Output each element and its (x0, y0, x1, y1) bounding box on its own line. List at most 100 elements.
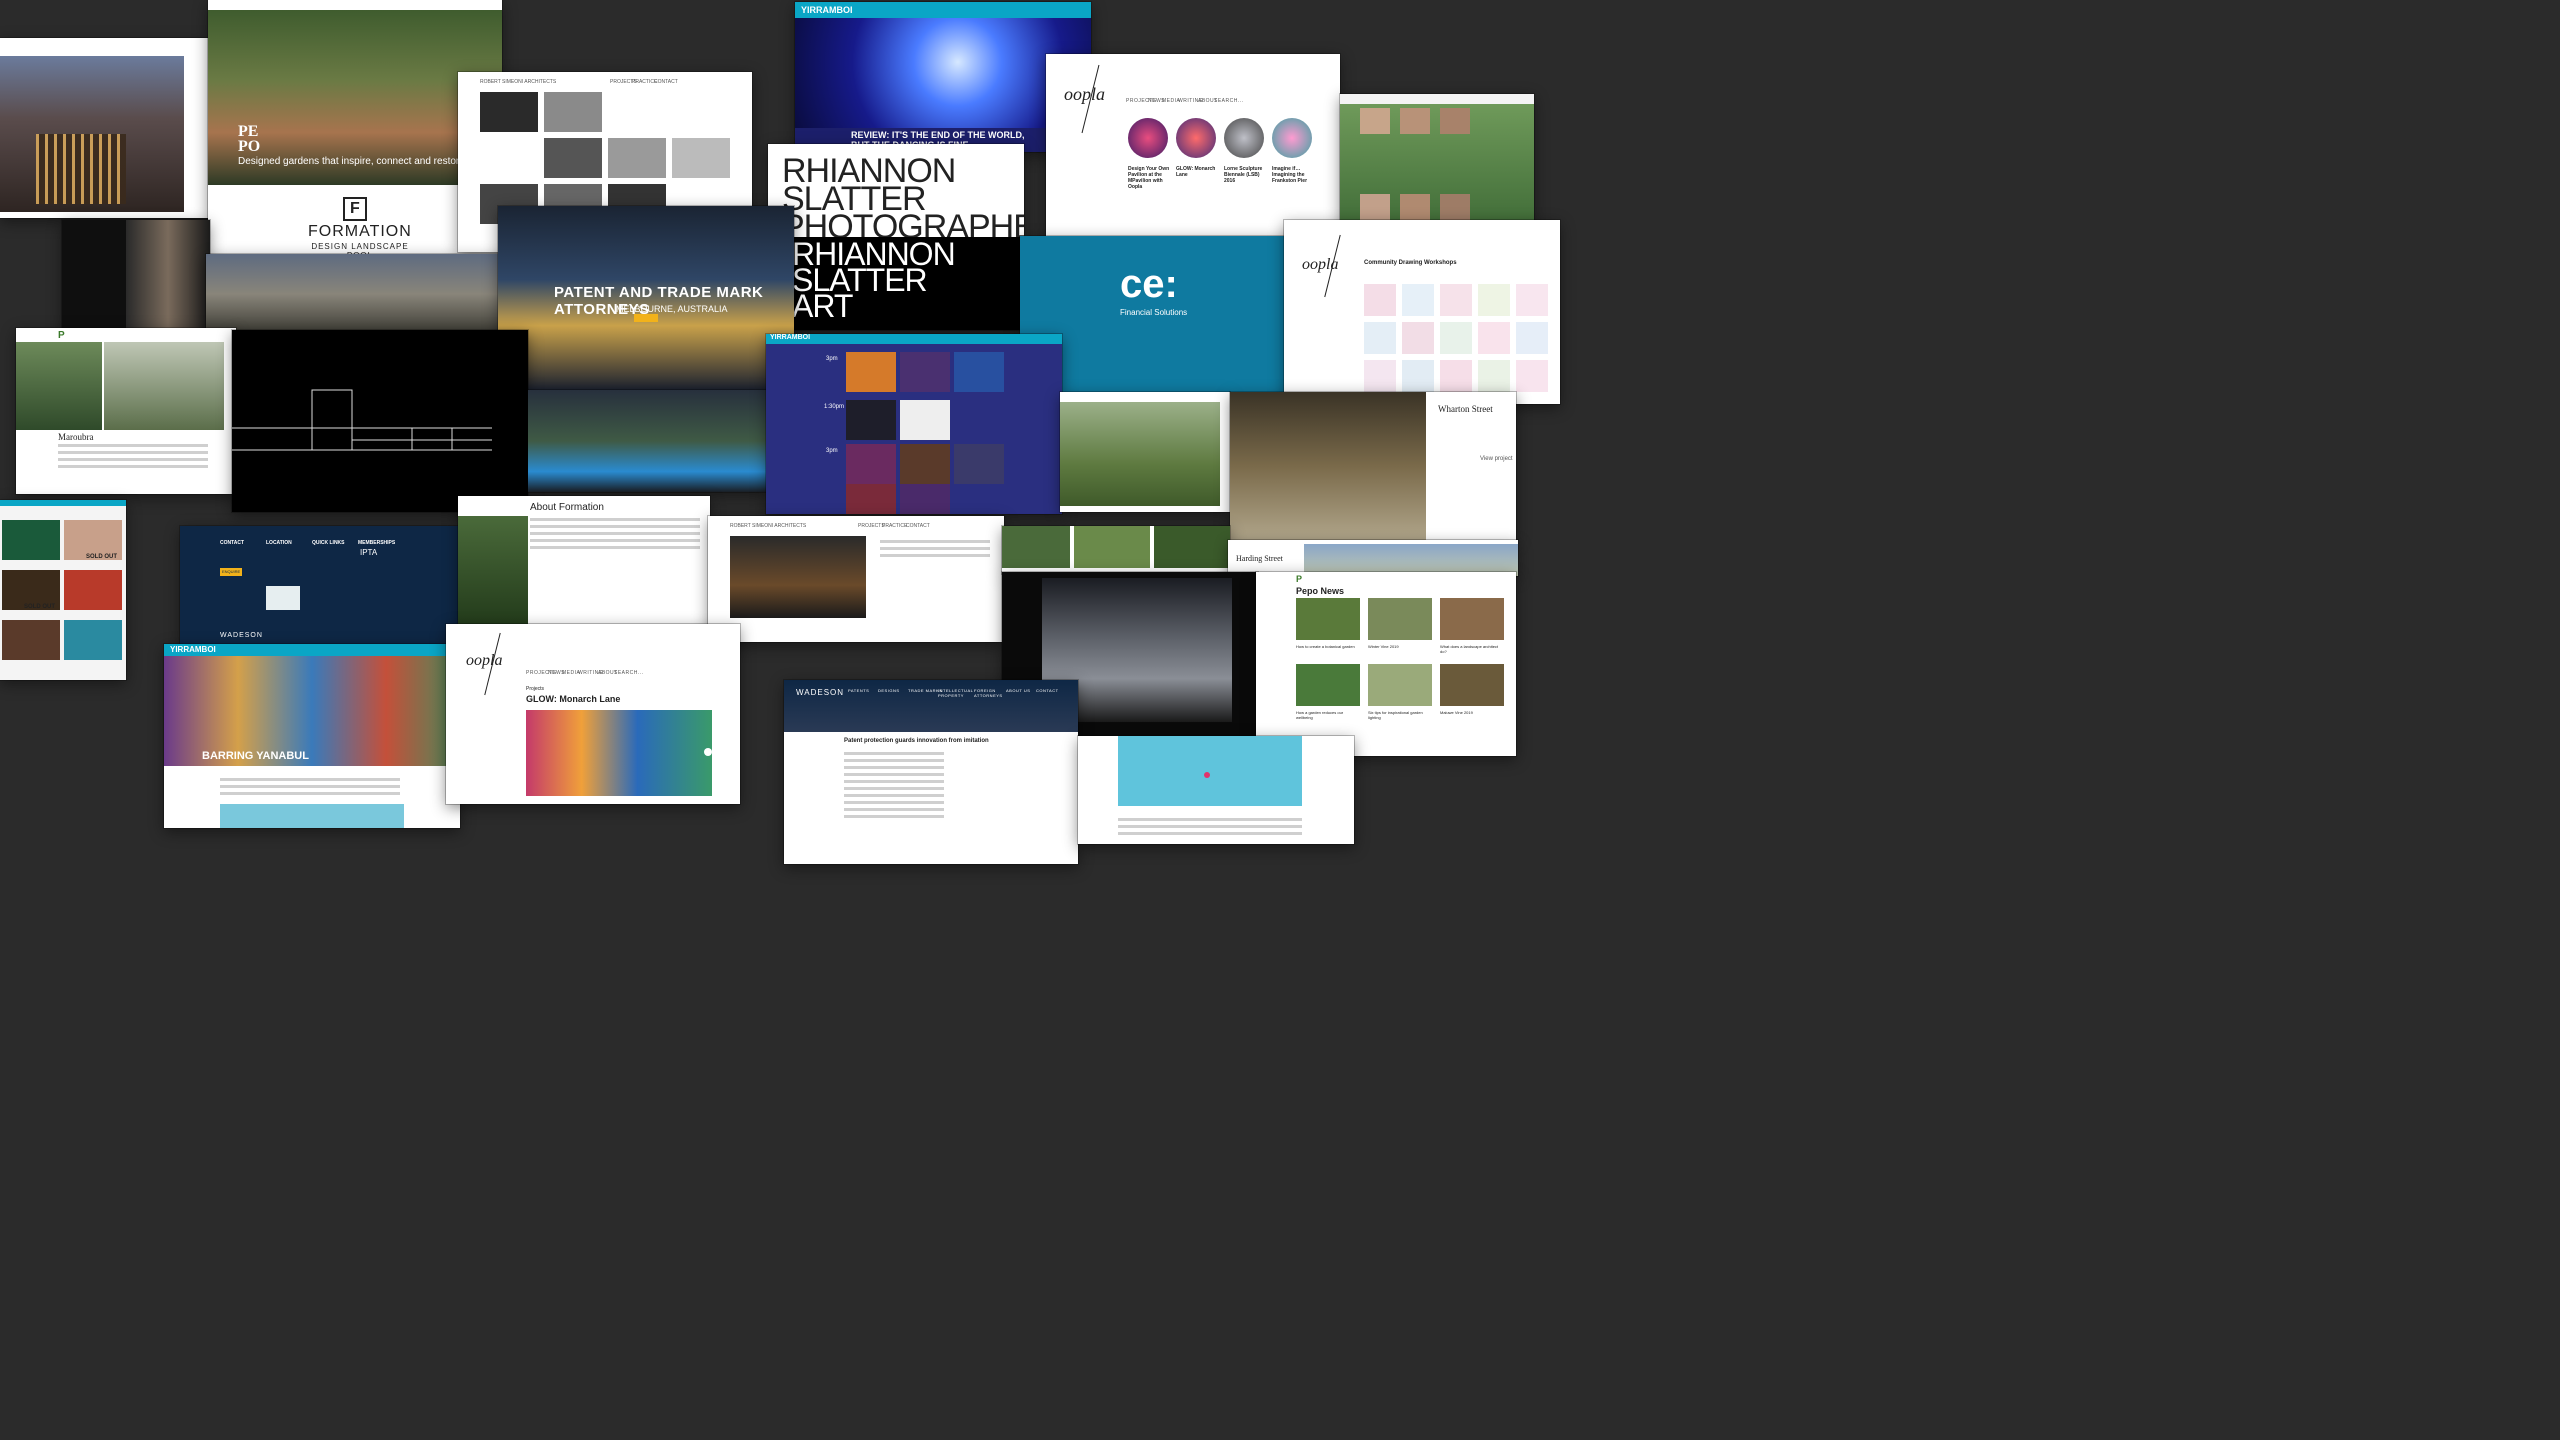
event-thumb[interactable] (900, 400, 950, 440)
simeoni-bottom-nav-practice[interactable]: PRACTICE (882, 522, 907, 531)
event-thumb[interactable] (2, 620, 60, 660)
team-member-photo[interactable] (1440, 194, 1470, 220)
drawing-thumb[interactable] (1364, 322, 1396, 354)
location-map[interactable] (266, 586, 300, 610)
card-black-drawing (232, 330, 528, 512)
oopla-post-image[interactable] (1224, 118, 1264, 158)
event-thumb[interactable] (64, 620, 122, 660)
drawing-thumb[interactable] (1516, 360, 1548, 392)
event-thumb[interactable] (900, 352, 950, 392)
news-post-title[interactable]: How to create a botanical garden (1296, 644, 1360, 649)
footer-col-memberships: MEMBERSHIPS (358, 540, 396, 546)
news-post-title[interactable]: Six tips for inspirational garden lighti… (1368, 710, 1432, 720)
team-member-photo[interactable] (1400, 194, 1430, 220)
team-member-photo[interactable] (1360, 108, 1390, 134)
news-thumb[interactable] (1368, 664, 1432, 706)
event-thumb[interactable] (2, 520, 60, 560)
garden-thumb[interactable] (1002, 526, 1070, 568)
card-oopla-news: oopla PROJECTS NEWS MEDIA WRITING ABOUT … (1046, 54, 1340, 240)
oopla-nav-search[interactable]: SEARCH... (1214, 98, 1244, 104)
drawing-thumb[interactable] (1440, 360, 1472, 392)
wadeson-nav-foreign[interactable]: FOREIGN ATTORNEYS (974, 688, 1004, 698)
event-thumb[interactable] (846, 352, 896, 392)
glow-photo (526, 710, 712, 796)
card-dark-interior (62, 220, 210, 332)
drawing-thumb[interactable] (1440, 322, 1472, 354)
glow-nav-search[interactable]: SEARCH... (614, 670, 644, 676)
card-wadeson-hero: PATENT AND TRADE MARK ATTORNEYS MELBOURN… (498, 206, 794, 390)
drawing-thumb[interactable] (1364, 284, 1396, 316)
event-thumb[interactable] (846, 400, 896, 440)
event-thumb[interactable] (900, 484, 950, 514)
news-post-title[interactable]: What does a landscape architect do? (1440, 644, 1504, 654)
map-addresses (1118, 814, 1302, 839)
event-thumb[interactable] (954, 444, 1004, 484)
event-thumb[interactable] (954, 352, 1004, 392)
news-thumb[interactable] (1296, 598, 1360, 640)
event-thumb[interactable] (846, 484, 896, 514)
oopla-post-title[interactable]: Design Your Own Pavilion at the MPavilio… (1128, 166, 1172, 190)
wadeson-nav-ip[interactable]: INTELLECTUAL PROPERTY (938, 688, 973, 698)
wadeson-nav-about[interactable]: ABOUT US (1006, 688, 1030, 693)
glow-section: Projects (526, 686, 545, 692)
event-thumb[interactable] (846, 444, 896, 484)
simeoni-thumb[interactable] (544, 138, 602, 178)
drawing-thumb[interactable] (1402, 322, 1434, 354)
drawing-thumb[interactable] (1364, 360, 1396, 392)
oopla-post-title[interactable]: Imagine if… Imagining the Frankston Pier (1272, 166, 1316, 184)
drawing-thumb[interactable] (1402, 284, 1434, 316)
oopla-post-title[interactable]: GLOW: Monarch Lane (1176, 166, 1220, 178)
ipta-logo: IPTA (360, 548, 378, 557)
news-post-title[interactable]: Winter Vine 2019 (1368, 644, 1432, 649)
simeoni-bottom-nav-projects[interactable]: PROJECTS (858, 522, 885, 531)
news-post-title[interactable]: How a garden reduces our wellbeing (1296, 710, 1360, 720)
team-member-photo[interactable] (1440, 108, 1470, 134)
schedule-time: 3pm (826, 356, 838, 362)
glow-next-arrow[interactable] (704, 748, 712, 756)
card-formation-hero (206, 254, 526, 334)
project-title: Wharton Street (1438, 404, 1493, 414)
oopla-post-image[interactable] (1272, 118, 1312, 158)
news-thumb[interactable] (1440, 598, 1504, 640)
simeoni-bottom-nav-contact[interactable]: CONTACT (906, 522, 930, 531)
drawing-thumb[interactable] (1440, 284, 1472, 316)
pepo-tagline: Designed gardens that inspire, connect a… (238, 156, 468, 167)
garden-thumb[interactable] (1074, 526, 1150, 568)
garden-thumb[interactable] (1154, 526, 1230, 568)
barring-logo: YIRRAMBOI (170, 645, 216, 654)
architectural-line-drawing (232, 389, 492, 451)
oopla-post-image[interactable] (1128, 118, 1168, 158)
drawing-thumb[interactable] (1516, 284, 1548, 316)
formation-logo-mark: F (343, 197, 367, 221)
news-thumb[interactable] (1296, 664, 1360, 706)
wadeson-nav-patents[interactable]: PATENTS (848, 688, 869, 693)
wadeson-nav-contact[interactable]: CONTACT (1036, 688, 1059, 693)
enquire-button[interactable]: ENQUIRE (220, 568, 242, 576)
event-thumb[interactable] (64, 570, 122, 610)
view-project-link[interactable]: View project (1480, 456, 1513, 462)
simeoni-thumb[interactable] (544, 92, 602, 132)
drawing-thumb[interactable] (1516, 322, 1548, 354)
news-thumb[interactable] (1440, 664, 1504, 706)
news-post-title[interactable]: Maluwe Vine 2019 (1440, 710, 1504, 715)
team-member-photo[interactable] (1360, 194, 1390, 220)
glow-title: GLOW: Monarch Lane (526, 694, 621, 704)
simeoni-thumb[interactable] (480, 92, 538, 132)
map-pin-icon[interactable] (1204, 772, 1210, 778)
map-area[interactable] (1118, 736, 1302, 806)
oopla-post-image[interactable] (1176, 118, 1216, 158)
drawing-thumb[interactable] (1402, 360, 1434, 392)
news-thumb[interactable] (1368, 598, 1432, 640)
oopla-post-title[interactable]: Lorne Sculpture Biennale (LSB) 2016 (1224, 166, 1268, 184)
drawing-thumb[interactable] (1478, 322, 1510, 354)
wadeson-hero-button[interactable] (634, 314, 658, 322)
barring-map (220, 804, 404, 828)
team-member-photo[interactable] (1400, 108, 1430, 134)
drawing-thumb[interactable] (1478, 284, 1510, 316)
drawing-thumb[interactable] (1478, 360, 1510, 392)
simeoni-thumb[interactable] (672, 138, 730, 178)
event-thumb[interactable] (900, 444, 950, 484)
wadeson-nav-designs[interactable]: DESIGNS (878, 688, 900, 693)
simeoni-nav-contact[interactable]: CONTACT (654, 78, 678, 87)
simeoni-thumb[interactable] (608, 138, 666, 178)
